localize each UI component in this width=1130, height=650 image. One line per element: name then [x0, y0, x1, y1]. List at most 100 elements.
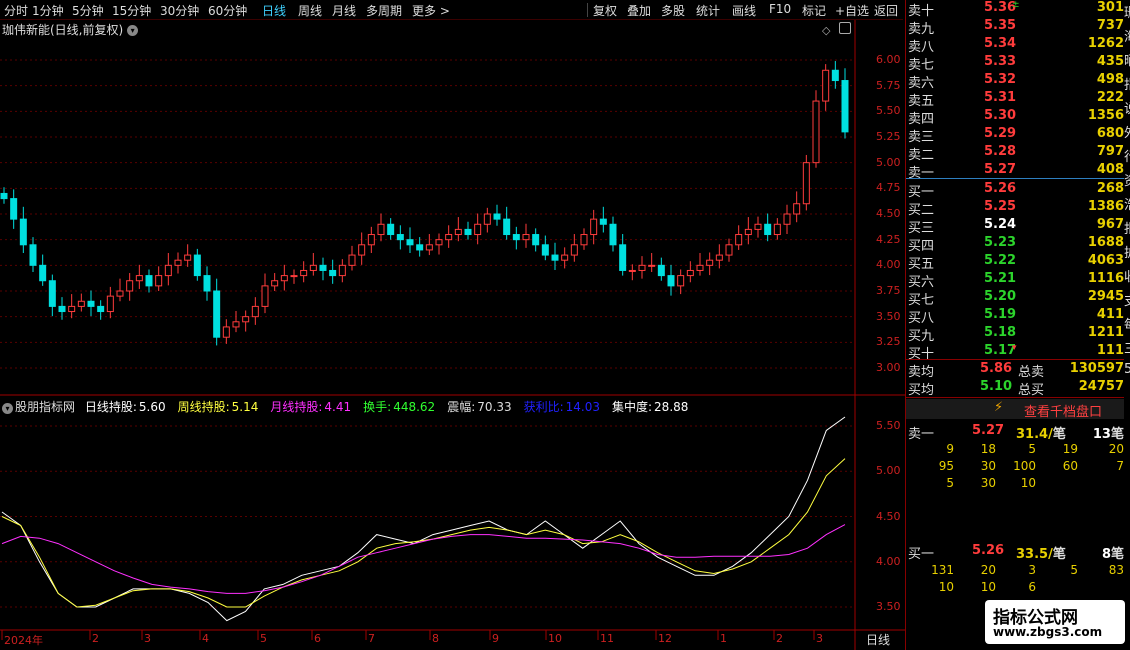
level-volume: 1262 — [1087, 36, 1124, 51]
level-volume: 111 — [1096, 343, 1124, 358]
candle-body — [822, 69, 830, 102]
candle-body — [522, 234, 530, 241]
level-price: 5.20 — [984, 289, 1017, 304]
level-volume: 797 — [1096, 144, 1124, 159]
buy-level-row[interactable]: 买二 5.25 1386 — [906, 199, 1124, 218]
side-strip-char: 浩 — [1124, 194, 1130, 213]
candle-body — [290, 275, 298, 278]
sell-level-row[interactable]: 卖六 5.32 498 — [906, 72, 1124, 91]
date-tick-label: 6 — [314, 632, 321, 645]
indicator-item: 周线持股: 5.14 — [178, 400, 265, 414]
candle-body — [715, 254, 723, 261]
level-volume: 1688 — [1087, 235, 1124, 250]
level-price: 5.34 — [984, 36, 1017, 51]
queue-order-size: 30 — [980, 459, 996, 473]
indicator-item-label: 换手: — [363, 400, 392, 414]
price-tick-label: 3.50 — [876, 309, 901, 323]
candle-body — [570, 244, 578, 256]
level-price: 5.25 — [984, 199, 1017, 214]
indicator-tick-label: 4.00 — [876, 554, 901, 568]
queue-order-size: 19 — [1062, 442, 1078, 456]
queue-buy1-count-value: 8 — [1101, 547, 1111, 562]
buy-level-row[interactable]: 买三 5.24 967 — [906, 217, 1124, 236]
chevron-down-icon[interactable]: ▾ — [2, 403, 13, 414]
indicator-item-value: 14.03 — [565, 400, 600, 414]
buy-level-row[interactable]: 买五 5.22 4063 — [906, 253, 1124, 272]
candle-body — [406, 239, 414, 246]
level-label: 买一 — [908, 185, 935, 200]
candle-body — [464, 228, 472, 236]
candle-body — [445, 234, 453, 241]
candle-body — [677, 275, 685, 287]
level-volume: 301 — [1096, 0, 1124, 15]
side-strip-char: 报 — [1124, 218, 1130, 237]
indicator-item-value: 28.88 — [654, 400, 689, 414]
queue-order-size: 95 — [938, 459, 954, 473]
candle-body — [116, 290, 124, 297]
date-tick-label: 4 — [202, 632, 209, 645]
level-label: 买二 — [908, 203, 935, 218]
candle-body — [184, 254, 192, 261]
side-info-strip[interactable]: 珊海晒指说外行资浩报扩收支每三 5 — [1124, 0, 1130, 400]
sell-level-row[interactable]: 卖四 5.30 1356 — [906, 108, 1124, 127]
side-strip-char: 行 — [1124, 146, 1130, 165]
queue-buy1-label: 买一 — [908, 547, 935, 562]
buy-level-row[interactable]: 买六 5.21 1116 — [906, 271, 1124, 290]
candle-body — [696, 264, 704, 271]
queue-buy1-count-unit: 笔 — [1110, 547, 1124, 562]
date-tick-label: 12 — [658, 632, 672, 645]
queue-buy1-price: 5.26 — [972, 543, 1005, 558]
sell-level-row[interactable]: 卖三 5.29 680 — [906, 126, 1124, 145]
candle-body — [164, 264, 172, 277]
candle-body — [425, 244, 433, 251]
candle-body — [744, 228, 752, 236]
date-tick-label: 1 — [720, 632, 727, 645]
candle-body — [193, 254, 201, 277]
sell-level-row[interactable]: 卖七 5.33 435 — [906, 54, 1124, 73]
candle-body — [213, 290, 221, 338]
queue-order-size: 20 — [1108, 442, 1124, 456]
level-label: 卖八 — [908, 40, 935, 55]
queue-sell1-label: 卖一 — [908, 427, 935, 442]
level-volume: 222 — [1096, 90, 1124, 105]
indicator-item: 换手: 448.62 — [363, 400, 441, 414]
indicator-item-value: 448.62 — [393, 400, 436, 414]
sell-level-row[interactable]: 卖二 5.28 797 — [906, 144, 1124, 163]
date-tick-label: 10 — [548, 632, 562, 645]
buy-level-row[interactable]: 买九 5.18 1211 — [906, 325, 1124, 344]
buy-level-row[interactable]: 买七 5.20 2945 — [906, 289, 1124, 308]
candle-body — [706, 259, 714, 266]
level-volume: 411 — [1096, 307, 1124, 322]
avg-buy-row: 买均 5.10 总买 24757 — [906, 379, 1124, 398]
candle-body — [251, 305, 259, 318]
date-tick-label: 3 — [816, 632, 823, 645]
kline-chart[interactable] — [0, 0, 905, 650]
candle-body — [619, 244, 627, 271]
qiandang-button[interactable]: ⚡ 查看千档盘口 — [906, 399, 1124, 420]
level-mark-icon: ▾ — [1012, 343, 1017, 353]
sell-level-row[interactable]: 卖五 5.31 222 — [906, 90, 1124, 109]
buy-level-row[interactable]: 买一 5.26 268 — [906, 181, 1124, 200]
sell-level-row[interactable]: 卖八 5.34 1262 — [906, 36, 1124, 55]
level-price: 5.18 — [984, 325, 1017, 340]
level-label: 卖三 — [908, 130, 935, 145]
indicator-values: 日线持股: 5.60 周线持股: 5.14 月线持股: 4.41 换手: 448.62 震幅: 7… — [85, 400, 701, 414]
candle-body — [609, 223, 617, 246]
price-tick-label: 3.75 — [876, 284, 901, 297]
queue-sell1-row: 卖一 5.27 31.4/笔 13笔 — [906, 423, 1124, 442]
queue-buy1-row: 买一 5.26 33.5/笔 8笔 — [906, 543, 1124, 562]
level-volume: 737 — [1096, 18, 1124, 33]
candle-body — [348, 254, 356, 266]
candle-body — [174, 259, 182, 266]
level-volume: 1356 — [1087, 108, 1124, 123]
candle-body — [503, 218, 511, 236]
level-volume: 1211 — [1087, 325, 1124, 340]
indicator-item: 获利比: 14.03 — [524, 400, 606, 414]
buy-level-row[interactable]: 买四 5.23 1688 — [906, 235, 1124, 254]
sell-level-row[interactable]: 卖九 5.35 737 — [906, 18, 1124, 37]
price-tick-label: 5.50 — [876, 104, 901, 118]
buy-level-row[interactable]: 买八 5.19 411 — [906, 307, 1124, 326]
queue-order-size: 10 — [980, 580, 996, 594]
indicator-item-value: 4.41 — [324, 400, 352, 414]
sell-level-row[interactable]: 卖十 5.36 301 ± — [906, 0, 1124, 19]
